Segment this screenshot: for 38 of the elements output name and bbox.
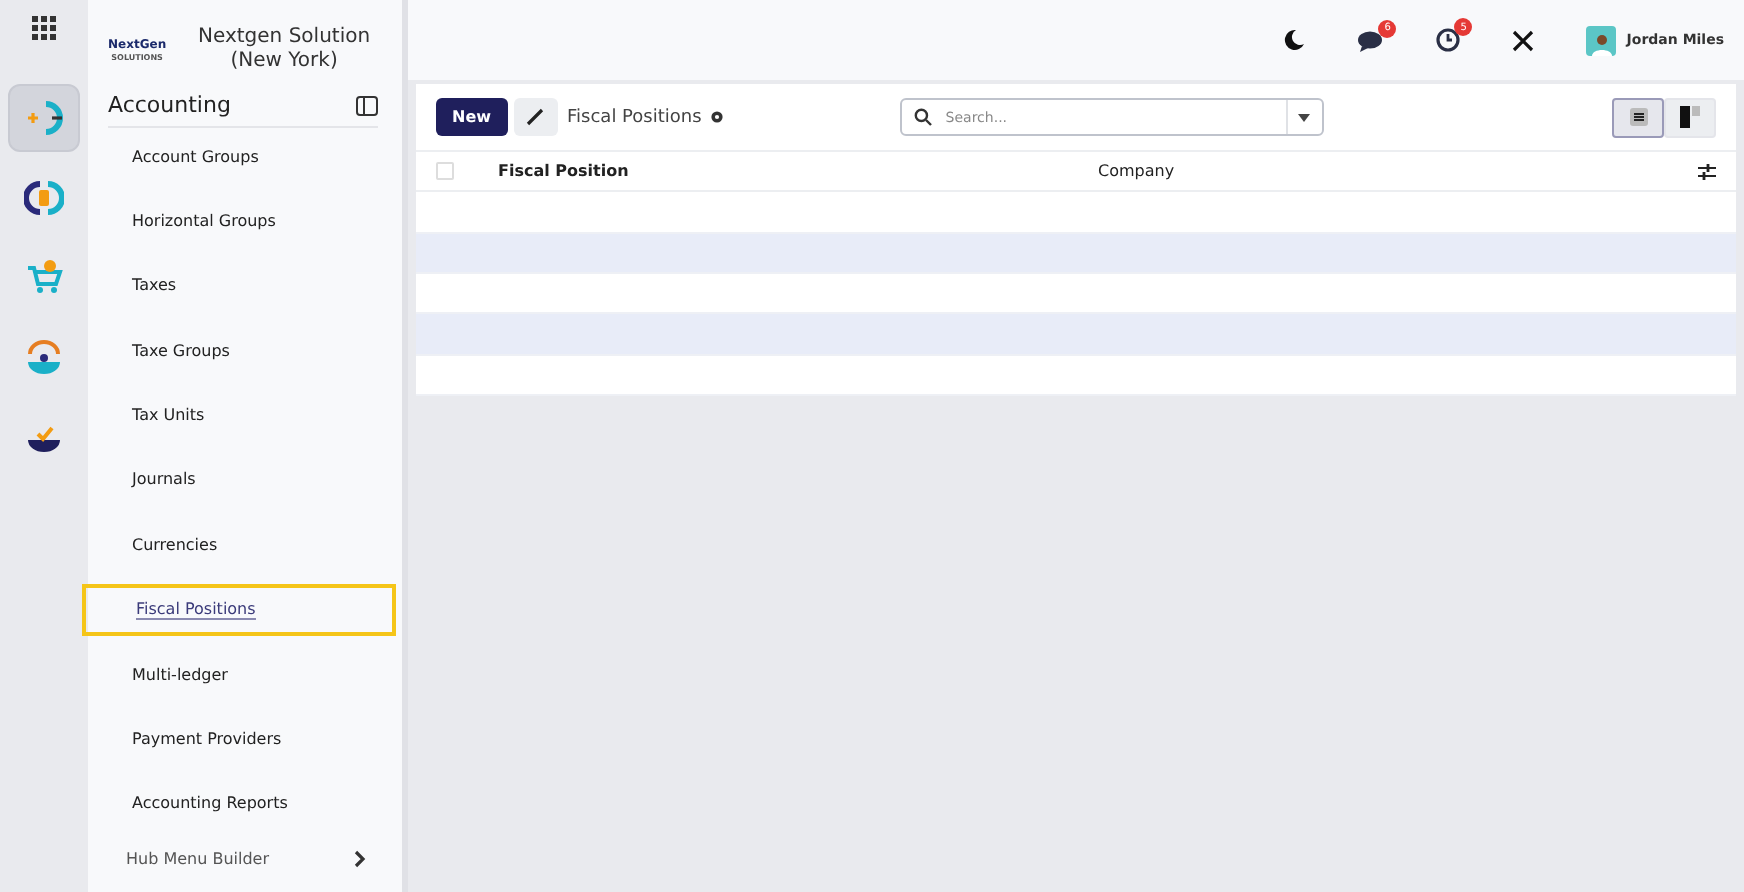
sidebar-item[interactable]: Accounting Reports [82, 777, 396, 830]
sidebar-title: Accounting [108, 92, 231, 118]
sidebar-item[interactable]: Payment Providers [82, 713, 396, 766]
kanban-view-button[interactable] [1664, 97, 1716, 138]
column-header[interactable]: Company [1098, 162, 1678, 181]
kanban-icon [1680, 106, 1700, 129]
column-settings-icon[interactable] [1698, 163, 1716, 180]
chevron-right-icon[interactable] [354, 849, 366, 868]
sidebar-item[interactable]: Tax Units [82, 389, 396, 442]
search-icon [913, 108, 932, 127]
chat-icon[interactable] [1358, 29, 1385, 51]
new-button[interactable]: New [436, 98, 508, 137]
company-name: Nextgen Solution (New York) [196, 26, 373, 74]
brush-button[interactable] [513, 98, 558, 137]
accounting-app-icon[interactable] [24, 98, 64, 138]
sidebar-item[interactable]: Account Groups [82, 130, 396, 182]
hub-menu-builder-link[interactable]: Hub Menu Builder [126, 849, 270, 868]
list-view-button[interactable] [1612, 97, 1664, 138]
apps-grid-icon[interactable] [32, 16, 56, 40]
invoicing-app-icon[interactable] [24, 178, 64, 218]
sidebar-item[interactable]: Horizontal Groups [82, 194, 396, 247]
list-icon [1629, 108, 1647, 127]
sidebar-item[interactable]: Currencies [82, 518, 396, 571]
gear-icon[interactable] [709, 110, 724, 125]
sidebar-item[interactable]: Journals [82, 453, 396, 506]
sidebar-item[interactable]: Taxes [82, 259, 396, 312]
sidebar-item[interactable]: Taxe Groups [82, 324, 396, 377]
moon-icon[interactable] [1282, 28, 1307, 52]
select-all-checkbox[interactable] [436, 162, 454, 181]
contacts-app-icon[interactable] [24, 338, 64, 378]
caret-icon[interactable] [1298, 113, 1311, 122]
sidebar-toggle-icon[interactable] [356, 95, 378, 115]
sidebar-item[interactable]: Fiscal Positions [82, 583, 396, 636]
breadcrumb-title: Fiscal Positions [567, 107, 702, 128]
sidebar-item[interactable]: Multi-ledger [82, 648, 396, 701]
column-header[interactable]: Fiscal Position [498, 162, 1098, 181]
clock-icon[interactable] [1436, 28, 1461, 52]
user-avatar[interactable] [1586, 25, 1617, 55]
